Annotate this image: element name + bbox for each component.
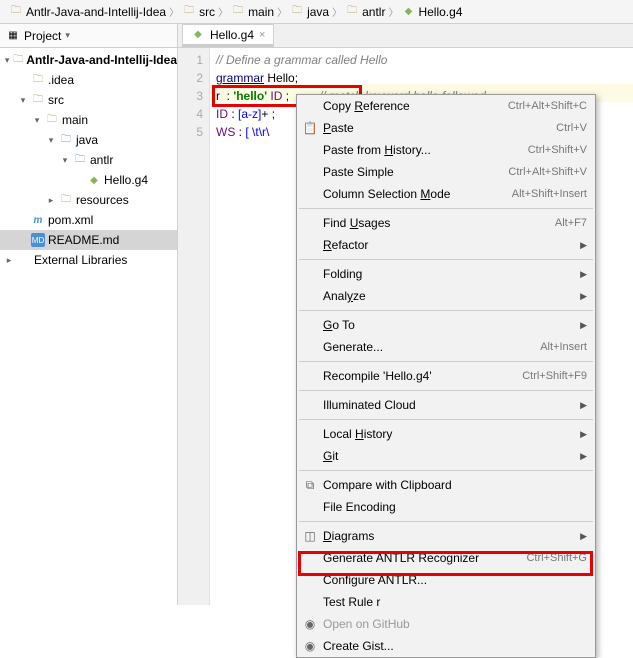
breadcrumb-item[interactable]: 🗀Antlr-Java-and-Intellij-Idea: [4, 2, 171, 22]
tree-item[interactable]: ▾🗀antlr: [0, 150, 177, 170]
chevron-right-icon: ▶: [580, 451, 587, 462]
menu-item[interactable]: ⧉Compare with Clipboard: [297, 474, 595, 496]
code-line[interactable]: // Define a grammar called Hello: [216, 51, 633, 69]
menu-item[interactable]: Paste SimpleCtrl+Alt+Shift+V: [297, 161, 595, 183]
menu-item[interactable]: Configure ANTLR...: [297, 569, 595, 591]
project-icon: ▦: [6, 29, 20, 43]
project-sidebar: ▦ Project ▾ ▾🗀Antlr-Java-and-Intellij-Id…: [0, 24, 178, 605]
project-tree[interactable]: ▾🗀Antlr-Java-and-Intellij-Idea🗀.idea▾🗀sr…: [0, 48, 177, 605]
context-menu[interactable]: Copy ReferenceCtrl+Alt+Shift+C📋PasteCtrl…: [296, 94, 596, 658]
menu-item[interactable]: Paste from History...Ctrl+Shift+V: [297, 139, 595, 161]
tree-item[interactable]: ▾🗀src: [0, 90, 177, 110]
tree-item[interactable]: mpom.xml: [0, 210, 177, 230]
tab-bar: ◆ Hello.g4 ×: [178, 24, 633, 48]
menu-item[interactable]: File Encoding: [297, 496, 595, 518]
tree-item[interactable]: ▸External Libraries: [0, 250, 177, 270]
chevron-right-icon: ▶: [580, 240, 587, 251]
menu-item[interactable]: ◉Create Gist...: [297, 635, 595, 657]
breadcrumb-item[interactable]: 🗀antlr: [340, 2, 390, 22]
menu-item[interactable]: Local History▶: [297, 423, 595, 445]
menu-item[interactable]: Recompile 'Hello.g4'Ctrl+Shift+F9: [297, 365, 595, 387]
tab-hello-g4[interactable]: ◆ Hello.g4 ×: [182, 24, 274, 47]
menu-icon: ◉: [302, 639, 318, 653]
gutter: 12345: [178, 48, 210, 605]
menu-item[interactable]: Refactor▶: [297, 234, 595, 256]
menu-item: ◉Open on GitHub: [297, 613, 595, 635]
chevron-right-icon: ▶: [580, 269, 587, 280]
menu-item[interactable]: Copy ReferenceCtrl+Alt+Shift+C: [297, 95, 595, 117]
menu-icon: ◉: [302, 617, 318, 631]
tree-item[interactable]: ▾🗀Antlr-Java-and-Intellij-Idea: [0, 50, 177, 70]
tree-item[interactable]: ◆Hello.g4: [0, 170, 177, 190]
breadcrumb-item[interactable]: 🗀java: [285, 2, 334, 22]
menu-item[interactable]: Generate...Alt+Insert: [297, 336, 595, 358]
chevron-right-icon: ▶: [580, 429, 587, 440]
menu-item[interactable]: Test Rule r: [297, 591, 595, 613]
chevron-right-icon: ▶: [580, 400, 587, 411]
menu-item[interactable]: 📋PasteCtrl+V: [297, 117, 595, 139]
breadcrumb: 🗀Antlr-Java-and-Intellij-Idea〉🗀src〉🗀main…: [0, 0, 633, 24]
menu-item[interactable]: Git▶: [297, 445, 595, 467]
g4-icon: ◆: [191, 28, 205, 42]
menu-item[interactable]: Column Selection ModeAlt+Shift+Insert: [297, 183, 595, 205]
breadcrumb-item[interactable]: ◆Hello.g4: [396, 2, 467, 22]
tree-item[interactable]: ▸🗀resources: [0, 190, 177, 210]
tree-item[interactable]: 🗀.idea: [0, 70, 177, 90]
close-icon[interactable]: ×: [259, 29, 265, 41]
sidebar-header[interactable]: ▦ Project ▾: [0, 24, 177, 48]
chevron-right-icon: ▶: [580, 291, 587, 302]
tab-label: Hello.g4: [210, 28, 254, 42]
menu-item[interactable]: Analyze▶: [297, 285, 595, 307]
dropdown-icon[interactable]: ▾: [65, 30, 70, 41]
chevron-right-icon: ▶: [580, 531, 587, 542]
menu-item[interactable]: Folding▶: [297, 263, 595, 285]
menu-icon: 📋: [302, 121, 318, 135]
menu-item[interactable]: Go To▶: [297, 314, 595, 336]
tree-item[interactable]: ▾🗀main: [0, 110, 177, 130]
menu-icon: ⧉: [302, 478, 318, 493]
menu-item[interactable]: Find UsagesAlt+F7: [297, 212, 595, 234]
chevron-right-icon: ▶: [580, 320, 587, 331]
sidebar-title: Project: [24, 29, 61, 43]
breadcrumb-item[interactable]: 🗀main: [226, 2, 279, 22]
tree-item[interactable]: MDREADME.md: [0, 230, 177, 250]
menu-item[interactable]: ◫Diagrams▶: [297, 525, 595, 547]
breadcrumb-item[interactable]: 🗀src: [177, 2, 220, 22]
tree-item[interactable]: ▾🗀java: [0, 130, 177, 150]
code-line[interactable]: grammar Hello;: [216, 69, 633, 87]
menu-item[interactable]: Generate ANTLR RecognizerCtrl+Shift+G: [297, 547, 595, 569]
menu-icon: ◫: [302, 529, 318, 543]
menu-item[interactable]: Illuminated Cloud▶: [297, 394, 595, 416]
